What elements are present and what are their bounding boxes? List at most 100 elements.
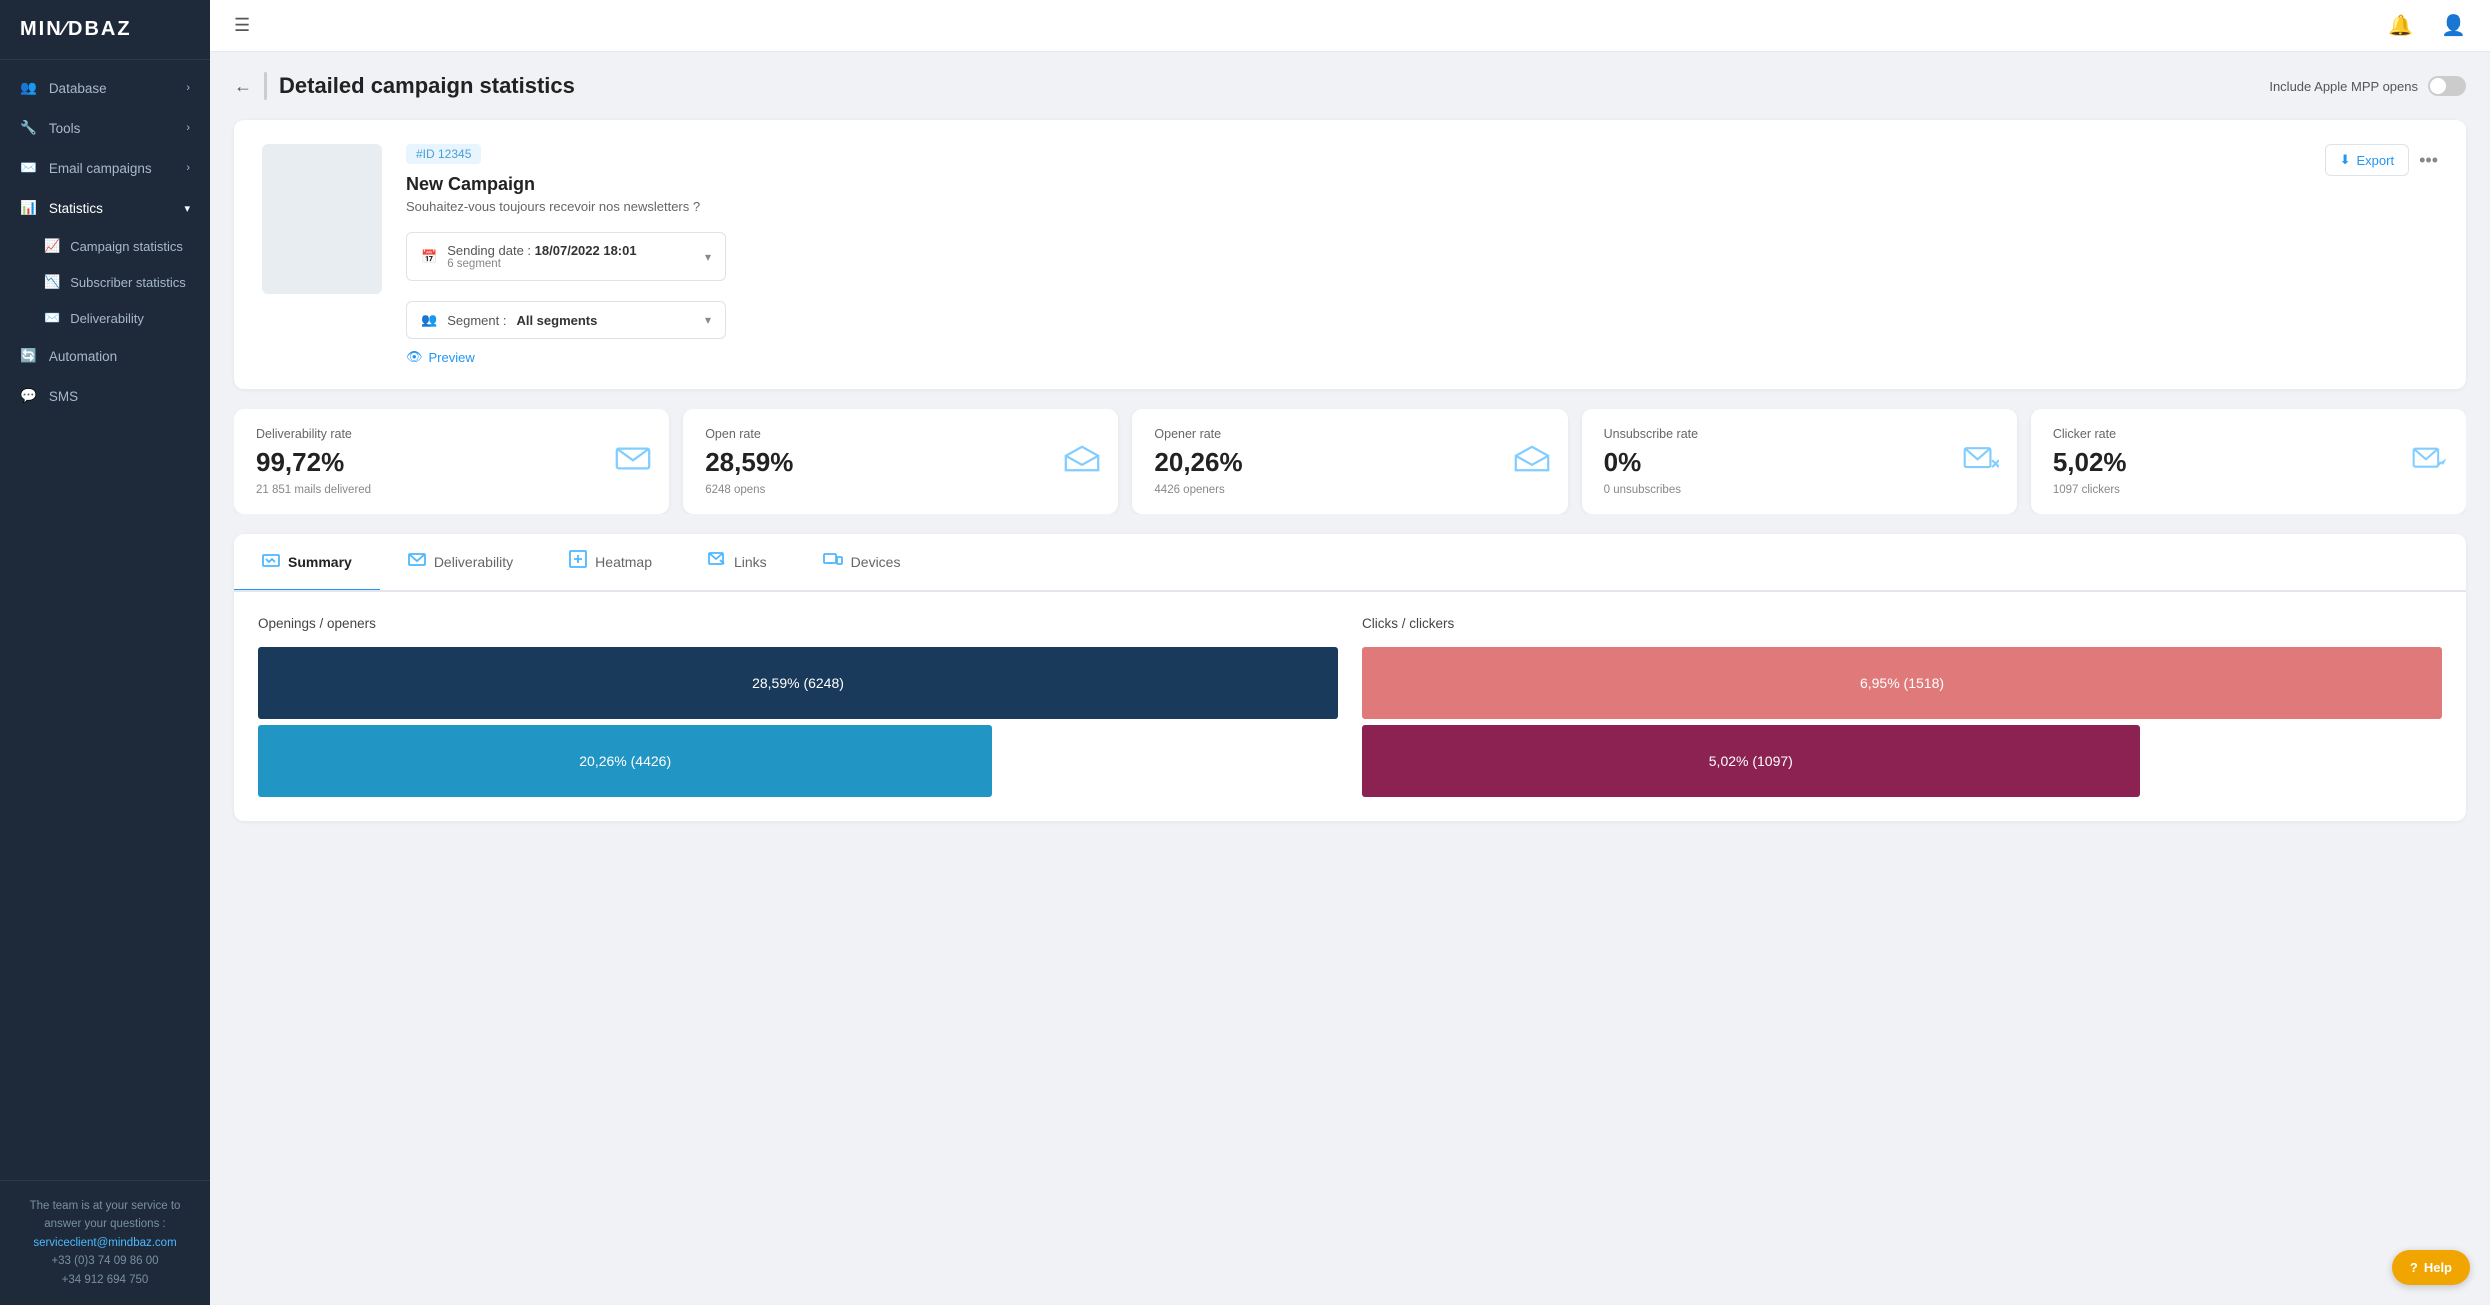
stats-wrapper: Deliverability rate 99,72% 21 851 mails … xyxy=(234,409,2466,514)
stat-card-deliverability: Deliverability rate 99,72% 21 851 mails … xyxy=(234,409,669,514)
tab-devices[interactable]: Devices xyxy=(795,534,929,592)
hamburger-icon[interactable]: ☰ xyxy=(234,15,250,36)
envelope-icon xyxy=(615,440,651,483)
stat-card-opener-rate: Opener rate 20,26% 4426 openers xyxy=(1132,409,1567,514)
sending-date-field[interactable]: 📅 Sending date : 18/07/2022 18:01 6 segm… xyxy=(406,232,726,281)
deliverability-icon: ✉️ xyxy=(44,310,60,326)
tab-content-summary: Openings / openers 28,59% (6248) 20,26% … xyxy=(234,592,2466,821)
clicks-chart-title: Clicks / clickers xyxy=(1362,616,2442,631)
footer-text: The team is at your service to answer yo… xyxy=(30,1200,181,1230)
envelope-x-icon xyxy=(1963,440,1999,483)
sidebar-item-tools[interactable]: 🔧 Tools › xyxy=(0,108,210,148)
bar-label: 20,26% (4426) xyxy=(579,753,671,769)
charts-row: Openings / openers 28,59% (6248) 20,26% … xyxy=(258,616,2442,797)
sidebar-item-automation[interactable]: 🔄 Automation xyxy=(0,336,210,376)
apple-mpp-toggle-area: Include Apple MPP opens xyxy=(2269,76,2466,96)
campaign-id-badge: #ID 12345 xyxy=(406,144,481,164)
sidebar: MIN∕DBAZ 👥 Database › 🔧 Tools › ✉️ Email… xyxy=(0,0,210,1305)
sidebar-item-campaign-statistics[interactable]: 📈 Campaign statistics xyxy=(0,228,210,264)
footer-phone2: +34 912 694 750 xyxy=(62,1274,149,1286)
stat-sub: 1097 clickers xyxy=(2053,484,2444,496)
tab-links[interactable]: Links xyxy=(680,534,795,592)
campaign-name: New Campaign xyxy=(406,174,2301,195)
line-chart-icon: 📉 xyxy=(44,274,60,290)
stat-label: Open rate xyxy=(705,427,1096,441)
page-divider xyxy=(264,72,267,100)
stat-label: Clicker rate xyxy=(2053,427,2444,441)
chevron-right-icon: › xyxy=(186,122,190,134)
stat-sub: 0 unsubscribes xyxy=(1604,484,1995,496)
export-button[interactable]: ⬇ Export xyxy=(2325,144,2409,176)
topbar: ☰ 🔔 👤 xyxy=(210,0,2490,52)
bar-clicks-2: 5,02% (1097) xyxy=(1362,725,2140,797)
stat-label: Unsubscribe rate xyxy=(1604,427,1995,441)
heatmap-icon xyxy=(569,550,587,573)
stat-value: 5,02% xyxy=(2053,447,2444,478)
apple-mpp-label: Include Apple MPP opens xyxy=(2269,79,2418,94)
apple-mpp-toggle[interactable] xyxy=(2428,76,2466,96)
preview-button[interactable]: 👁 Preview xyxy=(406,349,475,365)
openings-chart: Openings / openers 28,59% (6248) 20,26% … xyxy=(258,616,1338,797)
email-icon: ✉️ xyxy=(20,160,37,176)
help-icon: ? xyxy=(2410,1260,2418,1275)
tab-summary-label: Summary xyxy=(288,554,352,570)
segment-value: All segments xyxy=(516,313,597,328)
tab-summary[interactable]: Summary xyxy=(234,534,380,592)
eye-icon: 👁 xyxy=(406,349,423,365)
preview-label: Preview xyxy=(429,350,475,365)
footer-email[interactable]: serviceclient@mindbaz.com xyxy=(33,1237,176,1249)
chevron-right-icon: › xyxy=(186,82,190,94)
bell-icon[interactable]: 🔔 xyxy=(2388,13,2413,38)
help-button[interactable]: ? Help xyxy=(2392,1250,2470,1285)
sidebar-item-database[interactable]: 👥 Database › xyxy=(0,68,210,108)
envelope-click-icon xyxy=(2412,440,2448,483)
logo: MIN∕DBAZ xyxy=(0,0,210,60)
sidebar-sub-label: Campaign statistics xyxy=(70,239,183,254)
segment-field[interactable]: 👥 Segment : All segments ▾ xyxy=(406,301,726,339)
download-icon: ⬇ xyxy=(2340,152,2351,168)
sidebar-item-subscriber-statistics[interactable]: 📉 Subscriber statistics xyxy=(0,264,210,300)
page-header-left: ← Detailed campaign statistics xyxy=(234,72,575,100)
campaign-info: #ID 12345 New Campaign Souhaitez-vous to… xyxy=(406,144,2301,365)
bar-label: 28,59% (6248) xyxy=(752,675,844,691)
devices-icon xyxy=(823,550,843,573)
envelope-icon xyxy=(408,550,426,573)
campaign-card: #ID 12345 New Campaign Souhaitez-vous to… xyxy=(234,120,2466,389)
tab-deliverability[interactable]: Deliverability xyxy=(380,534,541,592)
stat-label: Opener rate xyxy=(1154,427,1545,441)
campaign-fields: 📅 Sending date : 18/07/2022 18:01 6 segm… xyxy=(406,232,726,349)
sidebar-item-label: SMS xyxy=(49,389,78,404)
tools-icon: 🔧 xyxy=(20,120,37,136)
sidebar-item-sms[interactable]: 💬 SMS xyxy=(0,376,210,416)
stat-sub: 21 851 mails delivered xyxy=(256,484,647,496)
bar-clicks-1: 6,95% (1518) xyxy=(1362,647,2442,719)
stat-label: Deliverability rate xyxy=(256,427,647,441)
stat-value: 99,72% xyxy=(256,447,647,478)
sidebar-sub-label: Subscriber statistics xyxy=(70,275,186,290)
segment-icon: 👥 xyxy=(421,312,437,328)
stats-row: Deliverability rate 99,72% 21 851 mails … xyxy=(234,409,2466,514)
user-icon[interactable]: 👤 xyxy=(2441,13,2466,38)
database-icon: 👥 xyxy=(20,80,37,96)
tab-heatmap[interactable]: Heatmap xyxy=(541,534,680,592)
back-button[interactable]: ← xyxy=(234,76,252,97)
statistics-icon: 📊 xyxy=(20,200,37,216)
sidebar-item-label: Automation xyxy=(49,349,117,364)
stat-card-unsubscribe: Unsubscribe rate 0% 0 unsubscribes xyxy=(1582,409,2017,514)
sending-date-label: Sending date : xyxy=(447,243,531,258)
more-options-button[interactable]: ••• xyxy=(2419,150,2438,171)
tab-heatmap-label: Heatmap xyxy=(595,554,652,570)
stat-value: 28,59% xyxy=(705,447,1096,478)
chart-icon xyxy=(262,550,280,573)
sidebar-item-email-campaigns[interactable]: ✉️ Email campaigns › xyxy=(0,148,210,188)
sms-icon: 💬 xyxy=(20,388,37,404)
bar-openings-2: 20,26% (4426) xyxy=(258,725,992,797)
sidebar-item-deliverability[interactable]: ✉️ Deliverability xyxy=(0,300,210,336)
openings-chart-title: Openings / openers xyxy=(258,616,1338,631)
sidebar-item-statistics[interactable]: 📊 Statistics ▾ xyxy=(0,188,210,228)
bar-openings-1: 28,59% (6248) xyxy=(258,647,1338,719)
envelope-open-icon xyxy=(1064,440,1100,483)
campaign-actions: 👁 Preview xyxy=(406,349,2301,365)
main-area: ☰ 🔔 👤 ← Detailed campaign statistics Inc… xyxy=(210,0,2490,1305)
page-title: Detailed campaign statistics xyxy=(279,73,575,99)
